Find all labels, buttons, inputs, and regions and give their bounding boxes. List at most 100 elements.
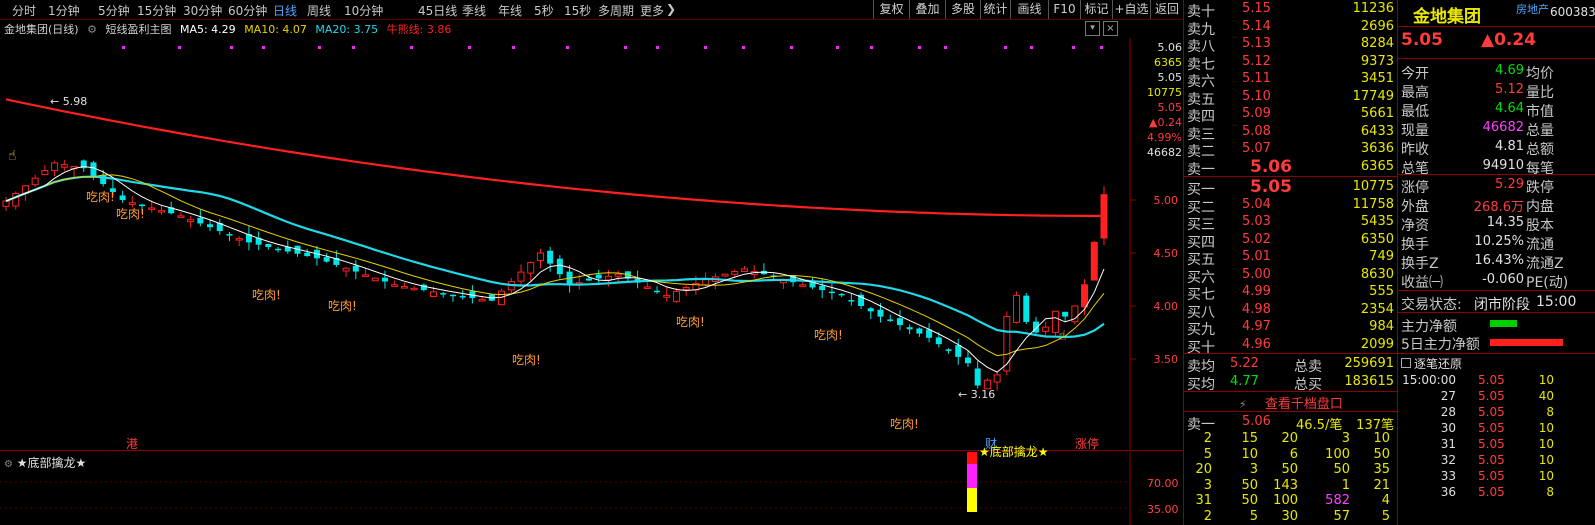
candle-body[interactable]: [799, 284, 807, 287]
candle-body[interactable]: [945, 349, 952, 351]
candle-body[interactable]: [731, 271, 739, 275]
period-tab-15sec[interactable]: 15秒: [564, 2, 591, 19]
tick-restore-header[interactable]: 逐笔还原: [1401, 355, 1462, 372]
candle-body[interactable]: [556, 258, 563, 275]
bid-row[interactable]: 买十 4.96 2099: [1184, 336, 1398, 356]
candle-body[interactable]: [459, 296, 466, 298]
candle-body[interactable]: [682, 286, 690, 290]
bottom-dragon-indicator[interactable]: [0, 452, 1183, 525]
candle-body[interactable]: [235, 238, 243, 241]
candle-body[interactable]: [304, 252, 311, 257]
candle-body[interactable]: [916, 328, 923, 334]
candle-body[interactable]: [400, 286, 408, 289]
candle-body[interactable]: [410, 287, 418, 291]
period-tab-daily[interactable]: 日线: [273, 2, 297, 19]
candle-body[interactable]: [672, 290, 680, 302]
period-tab-more[interactable]: 更多: [640, 2, 664, 19]
candle-body[interactable]: [547, 250, 554, 264]
bid-row[interactable]: 买二 5.04 11758: [1184, 196, 1398, 216]
ask-row[interactable]: 卖一 5.06 6365: [1184, 157, 1398, 178]
bid-row[interactable]: 买一 5.05 10775: [1184, 177, 1398, 198]
bid-row[interactable]: 买五 5.01 749: [1184, 248, 1398, 268]
candle-body[interactable]: [974, 368, 981, 386]
candle-body[interactable]: [643, 286, 651, 289]
candle-body[interactable]: [60, 164, 68, 168]
chevron-down-icon[interactable]: ▾: [1085, 21, 1100, 36]
level1000-link[interactable]: 查看千档盘口: [1265, 397, 1343, 412]
candle-body[interactable]: [381, 277, 388, 282]
checkbox-icon[interactable]: [1401, 358, 1411, 368]
close-icon[interactable]: ×: [1103, 21, 1118, 36]
indicator-name[interactable]: 短线盈利主图: [105, 23, 171, 36]
candle-body[interactable]: [702, 279, 710, 286]
candle-body[interactable]: [828, 291, 835, 294]
back-button[interactable]: 返回: [1150, 0, 1183, 19]
candle-body[interactable]: [139, 204, 146, 207]
bid-row[interactable]: 买八 4.98 2354: [1184, 301, 1398, 321]
mark-button[interactable]: 标记: [1080, 0, 1112, 19]
candle-body[interactable]: [371, 277, 379, 282]
period-tab-5sec[interactable]: 5秒: [534, 2, 554, 19]
candle-body[interactable]: [595, 274, 602, 279]
sector-link[interactable]: 房地产: [1516, 1, 1549, 17]
candle-body[interactable]: [614, 273, 622, 277]
candle-body[interactable]: [586, 278, 593, 281]
candle-body[interactable]: [342, 267, 350, 272]
candle-body[interactable]: [440, 293, 447, 295]
candle-body[interactable]: [90, 162, 97, 177]
candle-body[interactable]: [226, 234, 233, 236]
candle-body[interactable]: [362, 274, 370, 277]
overlay-button[interactable]: 叠加: [909, 0, 945, 19]
candle-body[interactable]: [935, 337, 942, 345]
draw-line-button[interactable]: 画线: [1010, 0, 1048, 19]
period-tab-quarter[interactable]: 季线: [462, 2, 486, 19]
candle-body[interactable]: [207, 224, 214, 228]
candle-body[interactable]: [527, 262, 535, 274]
candle-body[interactable]: [848, 300, 855, 302]
period-tab-1min[interactable]: 1分钟: [48, 2, 80, 19]
candle-body[interactable]: [887, 319, 894, 321]
ask-row[interactable]: 卖五 5.10 17749: [1184, 88, 1398, 108]
ask-row[interactable]: 卖八 5.13 8284: [1184, 35, 1398, 55]
candle-body[interactable]: [187, 219, 195, 223]
period-tab-45day[interactable]: 45日线: [418, 2, 457, 19]
candle-body[interactable]: [31, 177, 39, 186]
candle-body[interactable]: [993, 374, 1001, 383]
candle-body[interactable]: [1013, 294, 1021, 323]
adjust-button[interactable]: 复权: [873, 0, 909, 19]
ask-row[interactable]: 卖十 5.15 11236: [1184, 0, 1398, 20]
multi-stock-button[interactable]: 多股: [945, 0, 980, 19]
candle-body[interactable]: [1062, 311, 1069, 317]
candle-body[interactable]: [498, 290, 506, 306]
period-tab-15min[interactable]: 15分钟: [137, 2, 176, 19]
period-tab-multi[interactable]: 多周期: [598, 2, 634, 19]
candle-body[interactable]: [517, 271, 525, 282]
candle-body[interactable]: [119, 195, 126, 200]
candle-body[interactable]: [391, 284, 399, 287]
candle-body[interactable]: [663, 294, 671, 298]
candle-body[interactable]: [604, 275, 612, 281]
bid-row[interactable]: 买九 4.97 984: [1184, 318, 1398, 338]
candle-body[interactable]: [896, 318, 903, 326]
ask-row[interactable]: 卖三 5.08 6433: [1184, 123, 1398, 143]
candle-body[interactable]: [877, 309, 884, 317]
candle-body[interactable]: [654, 290, 661, 293]
candle-body[interactable]: [906, 327, 913, 330]
candle-body[interactable]: [2, 200, 10, 207]
candle-body[interactable]: [536, 252, 544, 261]
period-tab-weekly[interactable]: 周线: [307, 2, 331, 19]
f10-button[interactable]: F10: [1048, 0, 1080, 19]
period-tab-10min[interactable]: 10分钟: [344, 2, 383, 19]
candlestick-chart[interactable]: 吃肉!吃肉!吃肉!吃肉!吃肉!吃肉!吃肉!吃肉! 5.004.504.003.5…: [0, 38, 1183, 450]
candle-body[interactable]: [1090, 241, 1098, 281]
period-tab-5min[interactable]: 5分钟: [98, 2, 130, 19]
chevron-right-icon[interactable]: ❯: [666, 2, 676, 16]
candle-body[interactable]: [265, 243, 272, 247]
ask-row[interactable]: 卖四 5.09 5661: [1184, 105, 1398, 125]
candle-body[interactable]: [1042, 326, 1050, 332]
candle-body[interactable]: [819, 285, 826, 291]
candle-body[interactable]: [430, 291, 438, 297]
period-tab-30min[interactable]: 30分钟: [183, 2, 222, 19]
bid-row[interactable]: 买四 5.02 6350: [1184, 231, 1398, 251]
candle-body[interactable]: [323, 257, 330, 262]
